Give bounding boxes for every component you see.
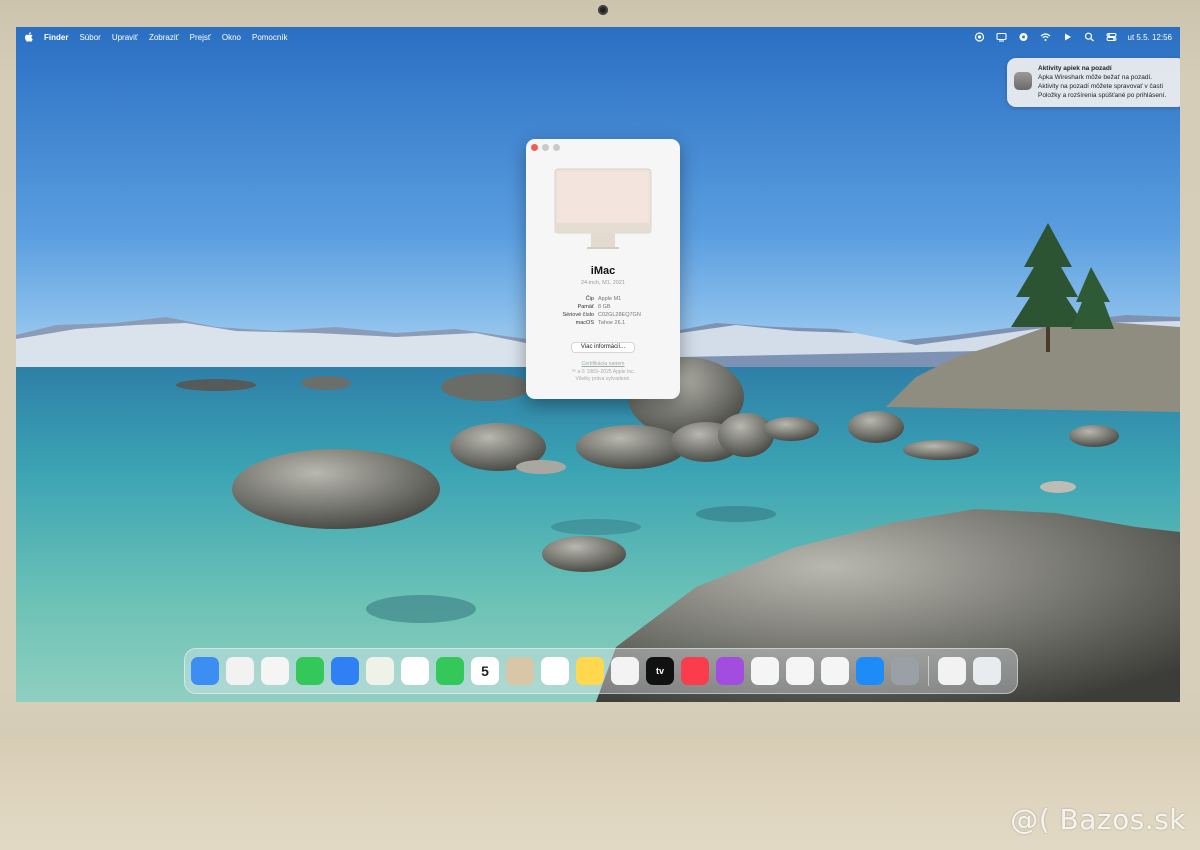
background-activity-notification[interactable]: Aktivity apiek na pozadí Apka Wireshark …: [1007, 58, 1180, 107]
more-info-button[interactable]: Viac informácií...: [571, 342, 635, 353]
calendar-icon[interactable]: 5: [471, 657, 499, 685]
gear-icon: [1014, 72, 1032, 90]
notification-title: Aktivity apiek na pozadí: [1038, 65, 1112, 72]
spec-value: 8 GB: [598, 304, 611, 310]
control-center-icon[interactable]: [1106, 32, 1117, 42]
spec-row: Sériové číslo C02GL28EQ7GN: [526, 311, 680, 319]
apple-tv-label: tv: [655, 666, 664, 676]
calendar-label: 5: [481, 663, 489, 679]
keynote-icon[interactable]: [751, 657, 779, 685]
wifi-icon[interactable]: [1040, 32, 1051, 42]
spec-row: Pamäť 8 GB: [526, 303, 680, 311]
dock-separator: [928, 656, 929, 686]
contacts-icon[interactable]: [506, 657, 534, 685]
mail-icon[interactable]: [331, 657, 359, 685]
numbers-icon[interactable]: [786, 657, 814, 685]
screen-mirror-icon[interactable]: [995, 32, 1007, 42]
play-icon[interactable]: [1062, 32, 1073, 42]
spec-value: Apple M1: [598, 296, 622, 302]
app-store-icon[interactable]: [856, 657, 884, 685]
minimize-button[interactable]: [542, 144, 549, 151]
pages-icon[interactable]: [821, 657, 849, 685]
about-this-mac-window: iMac 24-inch, M1, 2021 Čip Apple M1 Pamä…: [526, 139, 680, 399]
apple-tv-icon[interactable]: tv: [646, 657, 674, 685]
notification-line: Apka Wireshark môže bežať na pozadí.: [1038, 74, 1153, 81]
notes-icon[interactable]: [576, 657, 604, 685]
battery-icon[interactable]: [974, 32, 985, 42]
spec-row: macOS Tahoe 26.1: [526, 319, 680, 327]
copyright-line: ™ a © 1983–2025 Apple Inc.: [570, 369, 635, 375]
notification-line: Aktivity na pozadí môžete spravovať v ča…: [1038, 83, 1163, 90]
downloads-icon[interactable]: [938, 657, 966, 685]
menu-app-name[interactable]: Finder: [44, 33, 68, 42]
spec-value: Tahoe 26.1: [598, 320, 626, 326]
menu-clock[interactable]: ut 5.5. 12:56: [1128, 33, 1172, 42]
copyright-text: ™ a © 1983–2025 Apple Inc. Všetky práva …: [526, 369, 680, 383]
spec-list: Čip Apple M1 Pamäť 8 GB Sériové číslo C0…: [526, 295, 680, 327]
messages-icon[interactable]: [296, 657, 324, 685]
search-icon[interactable]: [1084, 32, 1095, 42]
dock: 5 tv: [184, 648, 1018, 694]
zoom-button[interactable]: [553, 144, 560, 151]
reminders-icon[interactable]: [541, 657, 569, 685]
menu-bar: Finder Súbor Upraviť Zobraziť Prejsť Okn…: [16, 27, 1180, 47]
spec-key: Čip: [585, 296, 594, 302]
menu-file[interactable]: Súbor: [79, 33, 100, 42]
copyright-line: Všetky práva vyhradené.: [575, 376, 631, 382]
safari-icon[interactable]: [261, 657, 289, 685]
system-settings-icon[interactable]: [891, 657, 919, 685]
model-subtitle: 24-inch, M1, 2021: [580, 280, 626, 286]
podcasts-icon[interactable]: [716, 657, 744, 685]
spec-row: Čip Apple M1: [526, 295, 680, 303]
spec-key: Sériové číslo: [562, 312, 595, 318]
menu-view[interactable]: Zobraziť: [149, 33, 179, 42]
spec-key: macOS: [575, 320, 594, 326]
trash-icon[interactable]: [973, 657, 1001, 685]
screen: Finder Súbor Upraviť Zobraziť Prejsť Okn…: [16, 27, 1180, 702]
menu-edit[interactable]: Upraviť: [112, 33, 138, 42]
window-controls: [531, 144, 560, 151]
apple-menu-icon[interactable]: [24, 31, 34, 43]
menu-help[interactable]: Pomocník: [252, 33, 288, 42]
certification-link[interactable]: Certifikácia nariem: [526, 361, 680, 367]
maps-icon[interactable]: [366, 657, 394, 685]
facetime-icon[interactable]: [436, 657, 464, 685]
spec-key: Pamäť: [577, 304, 594, 310]
close-button[interactable]: [531, 144, 538, 151]
watermark: @( Bazos.sk: [1010, 803, 1186, 836]
music-icon[interactable]: [681, 657, 709, 685]
menu-go[interactable]: Prejsť: [190, 33, 211, 42]
model-name: iMac: [590, 265, 616, 277]
menu-window[interactable]: Okno: [222, 33, 241, 42]
notification-line: Položky a rozšírenia spúšťané po prihlás…: [1038, 92, 1167, 99]
imac-illustration: [554, 168, 652, 249]
freeform-icon[interactable]: [611, 657, 639, 685]
camera: [598, 5, 608, 15]
status-area: ut 5.5. 12:56: [974, 32, 1172, 42]
photos-icon[interactable]: [401, 657, 429, 685]
siri-icon[interactable]: [1018, 32, 1029, 42]
spec-value: C02GL28EQ7GN: [598, 312, 641, 318]
launchpad-icon[interactable]: [226, 657, 254, 685]
finder-icon[interactable]: [191, 657, 219, 685]
